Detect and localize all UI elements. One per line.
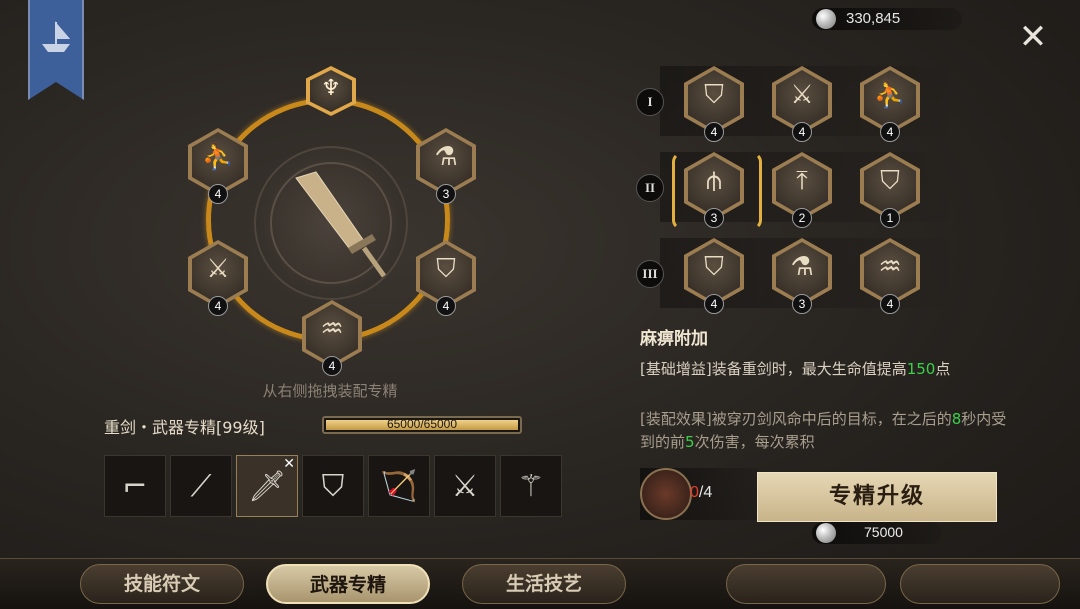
effect-value: 5 — [685, 433, 695, 451]
cell-count: 4 — [880, 294, 900, 314]
spec-cell-3-2[interactable]: ⚗ 3 — [772, 238, 832, 314]
material-need: /4 — [698, 484, 713, 501]
node-count: 4 — [436, 296, 456, 316]
waves-figure-icon: ♒ — [878, 252, 902, 282]
effect-value: 8 — [951, 410, 962, 428]
xp-text: 65000/65000 — [386, 417, 458, 431]
ring-node-left-bottom[interactable]: ⚔ 4 — [188, 240, 248, 316]
weapon-slot-staff[interactable]: ⚚ — [500, 455, 562, 517]
spec-cell-2-3[interactable]: ⛉ 1 — [860, 152, 920, 228]
effect-text: [基础增益]装备重剑时，最大生命值提高 — [640, 360, 907, 378]
weapon-core — [254, 146, 408, 300]
spec-cell-1-2[interactable]: ⚔ 4 — [772, 66, 832, 142]
shield-icon: ⛉ — [704, 80, 724, 110]
staff-icon: ⚚ — [517, 468, 545, 504]
cell-count: 2 — [792, 208, 812, 228]
shield-icon: ⛉ — [880, 166, 900, 196]
node-count: 3 — [436, 184, 456, 204]
shield-icon: ⛉ — [436, 254, 456, 284]
athlete-icon: ⛹ — [873, 80, 907, 110]
spec-cell-2-2[interactable]: ⤒ 2 — [772, 152, 832, 228]
xp-bar: 65000/65000 — [322, 416, 522, 434]
node-count: 4 — [208, 184, 228, 204]
tab-empty-slot — [900, 564, 1060, 604]
material-have: 0 — [690, 484, 699, 501]
scroll-bundle-icon — [640, 468, 692, 520]
effect-text: 次伤害，每次累积 — [694, 433, 815, 451]
material-count: 0/4 — [690, 484, 712, 502]
weapon-slot-saber[interactable]: ⟋ — [170, 455, 232, 517]
ring-node-left-top[interactable]: ⛹ 4 — [188, 128, 248, 204]
effect-title: 麻痹附加 — [640, 329, 708, 349]
node-count: 4 — [322, 356, 342, 376]
spec-cell-3-1[interactable]: ⛉ 4 — [684, 238, 744, 314]
tab-skill-runes[interactable]: 技能符文 — [80, 564, 244, 604]
drag-hint: 从右侧拖拽装配专精 — [262, 382, 398, 400]
upgrade-button[interactable]: 专精升级 — [757, 472, 997, 522]
tier-label-3: III — [636, 260, 664, 288]
cell-count: 3 — [792, 294, 812, 314]
rifle-icon: ⌐ — [122, 468, 148, 504]
spec-cell-1-3[interactable]: ⛹ 4 — [860, 66, 920, 142]
effect-base-bonus: [基础增益]装备重剑时，最大生命值提高150点 — [640, 358, 1010, 381]
tab-life-skills[interactable]: 生活技艺 — [462, 564, 626, 604]
selected-mark-icon: ✕ — [283, 456, 295, 472]
saber-icon: ⟋ — [190, 468, 212, 504]
tab-empty-slot — [726, 564, 886, 604]
spec-cell-1-1[interactable]: ⛉ 4 — [684, 66, 744, 142]
crossed-swords-icon: ⚔ — [790, 80, 814, 110]
shield-slash-icon: ⛉ — [704, 252, 724, 282]
dual-blades-icon: ⚔ — [451, 468, 479, 504]
greatsword-icon: 🗡 — [247, 468, 287, 504]
tier-label-1: I — [636, 88, 664, 116]
currency-amount: 330,845 — [846, 10, 901, 27]
silver-coin-icon — [816, 523, 836, 543]
cell-count: 4 — [704, 122, 724, 142]
athlete-icon: ⛹ — [201, 142, 235, 172]
tier-label-2: II — [636, 174, 664, 202]
greatsword-icon — [270, 162, 392, 284]
weapon-slot-shield-sword[interactable]: ⛉ — [302, 455, 364, 517]
shield-sword-icon: ⛉ — [321, 468, 345, 504]
weapon-slot-bow[interactable]: 🏹 — [368, 455, 430, 517]
currency-display: 330,845 — [812, 8, 962, 30]
cost-amount: 75000 — [864, 524, 903, 540]
upgrade-cost: 75000 — [812, 522, 942, 544]
effect-text: 点 — [935, 360, 951, 378]
spec-cell-3-3[interactable]: ♒ 4 — [860, 238, 920, 314]
potion-icon: ⚗ — [434, 142, 458, 172]
waves-figure-icon: ♒ — [320, 314, 344, 344]
upgrade-material[interactable]: 0/4 — [640, 468, 758, 520]
cell-count: 4 — [704, 294, 724, 314]
effect-value: 150 — [906, 360, 936, 378]
ring-node-bottom[interactable]: ♒ 4 — [302, 300, 362, 376]
ring-node-right-bottom[interactable]: ⛉ 4 — [416, 240, 476, 316]
effect-text: [装配效果]被穿刃剑风命中后的目标，在之后的 — [640, 410, 952, 428]
trident-icon: ♆ — [321, 76, 341, 101]
specialization-level-label: 重剑・武器专精[99级] — [104, 418, 265, 437]
crossed-swords-icon: ⚔ — [206, 254, 230, 284]
spec-cell-2-1[interactable]: ⫛ 3 — [684, 152, 744, 228]
weapon-slot-dual-blades[interactable]: ⚔ — [434, 455, 496, 517]
node-count: 4 — [208, 296, 228, 316]
ring-node-right-top[interactable]: ⚗ 3 — [416, 128, 476, 204]
bow-icon: 🏹 — [380, 468, 418, 504]
guild-banner[interactable] — [28, 0, 84, 100]
weapon-slot-rifle[interactable]: ⌐ — [104, 455, 166, 517]
triple-sword-icon: ⫛ — [706, 166, 722, 196]
cell-count: 4 — [792, 122, 812, 142]
close-button[interactable]: ✕ — [1016, 20, 1050, 54]
cell-count: 4 — [880, 122, 900, 142]
weapon-selector: ⌐ ⟋ 🗡 ✕ ⛉ 🏹 ⚔ ⚚ — [104, 455, 562, 519]
ring-emblem: ♆ — [306, 66, 356, 116]
cell-count: 3 — [704, 208, 724, 228]
tab-weapon-specialization[interactable]: 武器专精 — [266, 564, 430, 604]
cell-count: 1 — [880, 208, 900, 228]
potion-icon: ⚗ — [790, 252, 814, 282]
effect-equip-bonus: [装配效果]被穿刃剑风命中后的目标，在之后的8秒内受到的前5次伤害，每次累积 — [640, 408, 1010, 456]
sword-up-icon: ⤒ — [796, 166, 808, 196]
silver-coin-icon — [816, 9, 836, 29]
ship-icon — [42, 21, 71, 52]
weapon-slot-greatsword[interactable]: 🗡 ✕ — [236, 455, 298, 517]
